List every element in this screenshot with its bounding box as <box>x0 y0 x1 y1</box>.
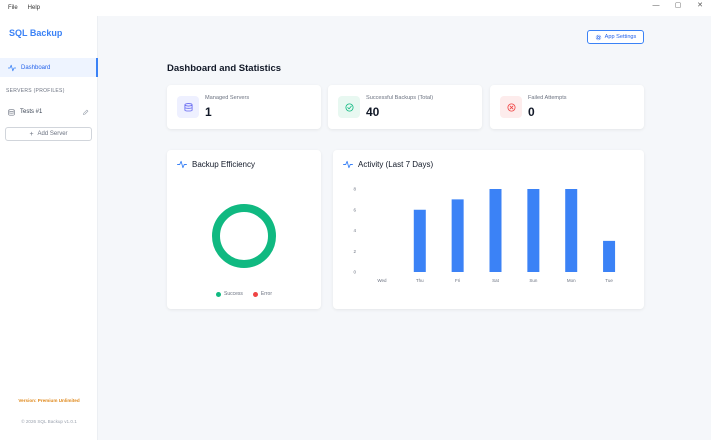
menubar: File Help — ▢ ✕ <box>0 0 711 16</box>
legend-label: Success <box>223 291 243 297</box>
window-controls: — ▢ ✕ <box>645 0 711 12</box>
donut-segment-success[interactable] <box>212 204 276 268</box>
plus-icon: + <box>29 130 34 138</box>
stat-label: Managed Servers <box>205 95 250 101</box>
bar-thu[interactable] <box>413 209 426 272</box>
app-brand: SQL Backup <box>9 28 63 38</box>
database-icon <box>183 102 193 111</box>
x-tick-label: Tue <box>605 278 613 283</box>
sidebar-item-label: Dashboard <box>21 64 51 71</box>
bar-mon[interactable] <box>565 189 578 272</box>
add-server-label: Add Server <box>37 131 68 137</box>
page-title: Dashboard and Statistics <box>167 63 282 74</box>
app-settings-label: App Settings <box>604 34 637 40</box>
legend-swatch <box>215 291 221 297</box>
bar-sat[interactable] <box>489 189 502 272</box>
x-tick-label: Sat <box>492 278 500 283</box>
sidebar-item-dashboard[interactable]: Dashboard <box>0 58 98 77</box>
y-tick-label: 4 <box>353 228 356 233</box>
sidebar-item-server[interactable]: Tests #1 <box>0 105 98 119</box>
copyright: © 2026 SQL Backup v1.0.1 <box>21 419 77 424</box>
activity-bar-chart: 0 2 4 6 8 Wed Thu Fri Sat Sun Mon Tue <box>353 187 616 283</box>
close-icon[interactable]: ✕ <box>689 1 711 11</box>
x-circle-icon <box>506 102 516 112</box>
database-icon <box>8 108 15 116</box>
y-tick-label: 8 <box>353 187 356 192</box>
bar-sun[interactable] <box>527 189 540 272</box>
y-tick-label: 0 <box>353 270 356 275</box>
version-status: Version: Premium Unlimited <box>18 398 80 403</box>
minimize-icon[interactable]: — <box>645 1 667 11</box>
bar-tue[interactable] <box>603 240 616 272</box>
activity-icon <box>8 64 16 71</box>
server-label: Tests #1 <box>20 109 43 115</box>
legend-item-error[interactable]: Error <box>252 291 273 297</box>
sidebar: SQL Backup Dashboard SERVERS (PROFILES) … <box>0 16 98 440</box>
legend-item-success[interactable]: Success <box>215 291 243 297</box>
y-tick-label: 6 <box>353 207 356 212</box>
activity-panel: Activity (Last 7 Days) 0 2 4 6 8 Wed Thu Fri Sat… <box>333 150 644 309</box>
efficiency-donut-chart <box>212 204 276 268</box>
stat-card-managed-servers: Managed Servers 1 <box>167 85 321 129</box>
x-tick-label: Sun <box>529 278 538 283</box>
x-tick-label: Thu <box>416 278 424 283</box>
legend-swatch <box>252 291 258 297</box>
stat-icon-box <box>500 96 522 118</box>
y-tick-label: 2 <box>353 249 356 254</box>
stat-value: 0 <box>528 105 535 119</box>
servers-section-label: SERVERS (PROFILES) <box>6 88 65 94</box>
maximize-icon[interactable]: ▢ <box>667 1 689 11</box>
stat-card-successful-backups: Successful Backups (Total) 40 <box>328 85 482 129</box>
backup-efficiency-panel: Backup Efficiency Success Error <box>167 150 321 309</box>
stat-icon-box <box>177 96 199 118</box>
stat-icon-box <box>338 96 360 118</box>
x-tick-label: Fri <box>455 278 460 283</box>
stat-value: 1 <box>205 105 212 119</box>
stat-label: Failed Attempts <box>528 95 567 101</box>
x-tick-label: Wed <box>377 278 387 283</box>
add-server-button[interactable]: + Add Server <box>5 127 92 141</box>
stat-card-failed-attempts: Failed Attempts 0 <box>490 85 644 129</box>
menu-help[interactable]: Help <box>28 5 40 11</box>
gear-icon <box>595 34 601 40</box>
x-tick-label: Mon <box>567 278 576 283</box>
stat-label: Successful Backups (Total) <box>366 95 434 101</box>
stat-value: 40 <box>366 105 380 119</box>
efficiency-legend: Success Error <box>167 291 321 297</box>
menu-file[interactable]: File <box>8 5 18 11</box>
legend-label: Error <box>260 291 273 297</box>
bar-fri[interactable] <box>451 199 464 272</box>
edit-icon[interactable] <box>82 109 89 116</box>
check-circle-icon <box>344 102 354 112</box>
app-settings-button[interactable]: App Settings <box>587 30 644 44</box>
